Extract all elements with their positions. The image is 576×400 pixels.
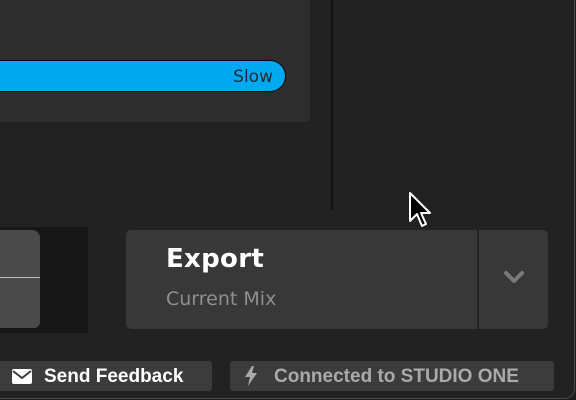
send-feedback-label: Send Feedback	[44, 366, 184, 387]
speed-slider-label: Slow	[233, 67, 273, 87]
chevron-down-icon	[504, 271, 524, 283]
export-dropdown-button[interactable]	[479, 230, 548, 329]
export-subtitle: Current Mix	[166, 288, 277, 310]
export-button[interactable]: Export Current Mix	[126, 230, 477, 329]
mouse-cursor-icon	[409, 192, 431, 227]
send-feedback-button[interactable]: Send Feedback	[0, 361, 212, 391]
app-window: Slow Export Current Mix Send Feedback Co…	[0, 0, 575, 399]
connection-status-label: Connected to STUDIO ONE	[274, 366, 519, 387]
connection-status: Connected to STUDIO ONE	[230, 361, 554, 391]
lightning-icon	[245, 366, 257, 386]
panel-divider	[331, 0, 333, 210]
track-thumbnail[interactable]	[0, 230, 40, 328]
envelope-icon	[12, 369, 32, 384]
thumbnail-line	[0, 277, 40, 278]
speed-slider[interactable]: Slow	[0, 60, 286, 92]
export-title: Export	[166, 244, 265, 274]
